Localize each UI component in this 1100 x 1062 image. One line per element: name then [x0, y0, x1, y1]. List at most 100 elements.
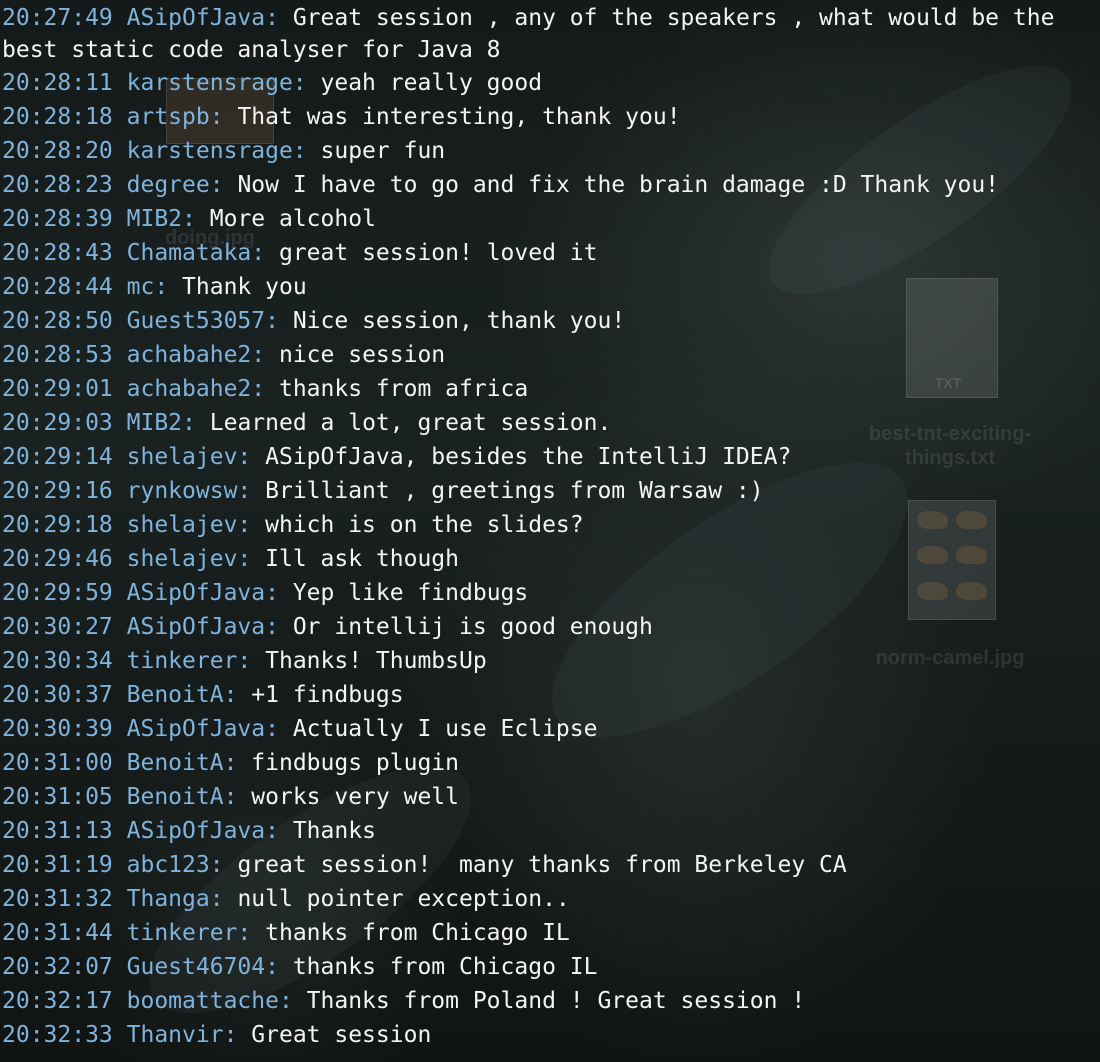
message-nickname: shelajev: [126, 444, 252, 470]
message-timestamp: 20:28:50 [2, 308, 113, 334]
message-timestamp: 20:28:18 [2, 104, 113, 130]
message-text: Brilliant , greetings from Warsaw :) [265, 478, 764, 504]
message-nickname: Thanvir: [126, 1022, 238, 1048]
message-nickname: ASipOfJava: [126, 818, 279, 844]
chat-message: 20:28:39 MIB2: More alcohol [2, 202, 1100, 236]
message-text: yeah really good [320, 70, 543, 96]
chat-message: 20:29:16 rynkowsw: Brilliant , greetings… [2, 474, 1100, 508]
message-nickname: artspb: [126, 104, 224, 130]
message-text: Learned a lot, great session. [209, 410, 612, 436]
message-nickname: abc123: [126, 852, 224, 878]
message-text: Or intellij is good enough [292, 614, 653, 640]
message-nickname: tinkerer: [126, 920, 252, 946]
message-nickname: achabahe2: [126, 376, 266, 402]
message-text: great session! many thanks from Berkeley… [237, 852, 847, 878]
message-nickname: ASipOfJava: [126, 580, 279, 606]
message-text: +1 findbugs [251, 682, 404, 708]
message-timestamp: 20:29:03 [2, 410, 113, 436]
message-text: Thanks [292, 818, 376, 844]
chat-message: 20:30:37 BenoitA: +1 findbugs [2, 678, 1100, 712]
message-text: Ill ask though [265, 546, 459, 572]
message-nickname: BenoitA: [126, 682, 238, 708]
message-nickname: degree: [126, 172, 224, 198]
message-timestamp: 20:29:01 [2, 376, 113, 402]
message-text: works very well [251, 784, 459, 810]
message-nickname: shelajev: [126, 512, 252, 538]
chat-message: 20:30:34 tinkerer: Thanks! ThumbsUp [2, 644, 1100, 678]
message-text: thanks from africa [278, 376, 529, 402]
chat-message: 20:29:01 achabahe2: thanks from africa [2, 372, 1100, 406]
message-timestamp: 20:28:53 [2, 342, 113, 368]
chat-message: 20:28:20 karstensrage: super fun [2, 134, 1100, 168]
message-timestamp: 20:30:34 [2, 648, 113, 674]
message-text: More alcohol [209, 206, 376, 232]
chat-message: 20:31:00 BenoitA: findbugs plugin [2, 746, 1100, 780]
message-nickname: BenoitA: [126, 750, 238, 776]
message-timestamp: 20:32:07 [2, 954, 113, 980]
message-text: Thanks from Poland ! Great session ! [306, 988, 806, 1014]
message-timestamp: 20:29:59 [2, 580, 113, 606]
chat-message: 20:31:32 Thanga: null pointer exception.… [2, 882, 1100, 916]
message-timestamp: 20:31:19 [2, 852, 113, 878]
chat-message: 20:28:23 degree: Now I have to go and fi… [2, 168, 1100, 202]
chat-message: 20:29:18 shelajev: which is on the slide… [2, 508, 1100, 542]
message-nickname: ASipOfJava: [126, 5, 279, 31]
message-text: thanks from Chicago IL [265, 920, 570, 946]
message-timestamp: 20:31:00 [2, 750, 113, 776]
chat-message: 20:28:50 Guest53057: Nice session, thank… [2, 304, 1100, 338]
message-timestamp: 20:29:46 [2, 546, 113, 572]
message-timestamp: 20:31:44 [2, 920, 113, 946]
message-timestamp: 20:32:17 [2, 988, 113, 1014]
chat-message: 20:32:17 boomattache: Thanks from Poland… [2, 984, 1100, 1018]
message-timestamp: 20:31:32 [2, 886, 113, 912]
message-timestamp: 20:32:33 [2, 1022, 113, 1048]
message-text: Yep like findbugs [292, 580, 529, 606]
message-nickname: karstensrage: [126, 138, 307, 164]
message-nickname: karstensrage: [126, 70, 307, 96]
message-text: Actually I use Eclipse [292, 716, 598, 742]
chat-message: 20:28:43 Chamataka: great session! loved… [2, 236, 1100, 270]
message-text: Thank you [182, 274, 307, 300]
message-timestamp: 20:28:23 [2, 172, 113, 198]
message-timestamp: 20:28:44 [2, 274, 113, 300]
message-timestamp: 20:28:39 [2, 206, 113, 232]
message-timestamp: 20:29:18 [2, 512, 113, 538]
message-text: Great session [251, 1022, 432, 1048]
message-nickname: rynkowsw: [126, 478, 252, 504]
message-text: Thanks! ThumbsUp [265, 648, 487, 674]
message-nickname: Thanga: [126, 886, 224, 912]
message-nickname: shelajev: [126, 546, 252, 572]
message-nickname: ASipOfJava: [126, 716, 279, 742]
chat-message: 20:30:39 ASipOfJava: Actually I use Ecli… [2, 712, 1100, 746]
chat-message: 20:28:53 achabahe2: nice session [2, 338, 1100, 372]
message-timestamp: 20:31:05 [2, 784, 113, 810]
chat-log[interactable]: 20:27:49 ASipOfJava: Great session , any… [0, 0, 1100, 1062]
message-nickname: MIB2: [126, 206, 196, 232]
message-text: nice session [278, 342, 446, 368]
chat-message: 20:31:05 BenoitA: works very well [2, 780, 1100, 814]
message-nickname: Guest46704: [126, 954, 279, 980]
message-nickname: MIB2: [126, 410, 196, 436]
message-text: great session! loved it [278, 240, 598, 266]
chat-message: 20:31:19 abc123: great session! many tha… [2, 848, 1100, 882]
message-nickname: boomattache: [126, 988, 293, 1014]
message-nickname: mc: [126, 274, 169, 300]
chat-message: 20:29:03 MIB2: Learned a lot, great sess… [2, 406, 1100, 440]
message-nickname: Guest53057: [126, 308, 279, 334]
message-text: thanks from Chicago IL [292, 954, 598, 980]
message-timestamp: 20:30:27 [2, 614, 113, 640]
message-text: super fun [320, 138, 446, 164]
message-timestamp: 20:29:14 [2, 444, 113, 470]
chat-message: 20:29:46 shelajev: Ill ask though [2, 542, 1100, 576]
message-timestamp: 20:27:49 [2, 5, 113, 31]
message-timestamp: 20:29:16 [2, 478, 113, 504]
message-timestamp: 20:28:11 [2, 70, 113, 96]
message-nickname: Chamataka: [126, 240, 266, 266]
message-timestamp: 20:31:13 [2, 818, 113, 844]
message-timestamp: 20:28:43 [2, 240, 113, 266]
message-text: Now I have to go and fix the brain damag… [237, 172, 1000, 198]
message-text: which is on the slides? [265, 512, 584, 538]
chat-message: 20:28:11 karstensrage: yeah really good [2, 66, 1100, 100]
chat-message: 20:32:07 Guest46704: thanks from Chicago… [2, 950, 1100, 984]
message-text: ASipOfJava, besides the IntelliJ IDEA? [265, 444, 792, 470]
